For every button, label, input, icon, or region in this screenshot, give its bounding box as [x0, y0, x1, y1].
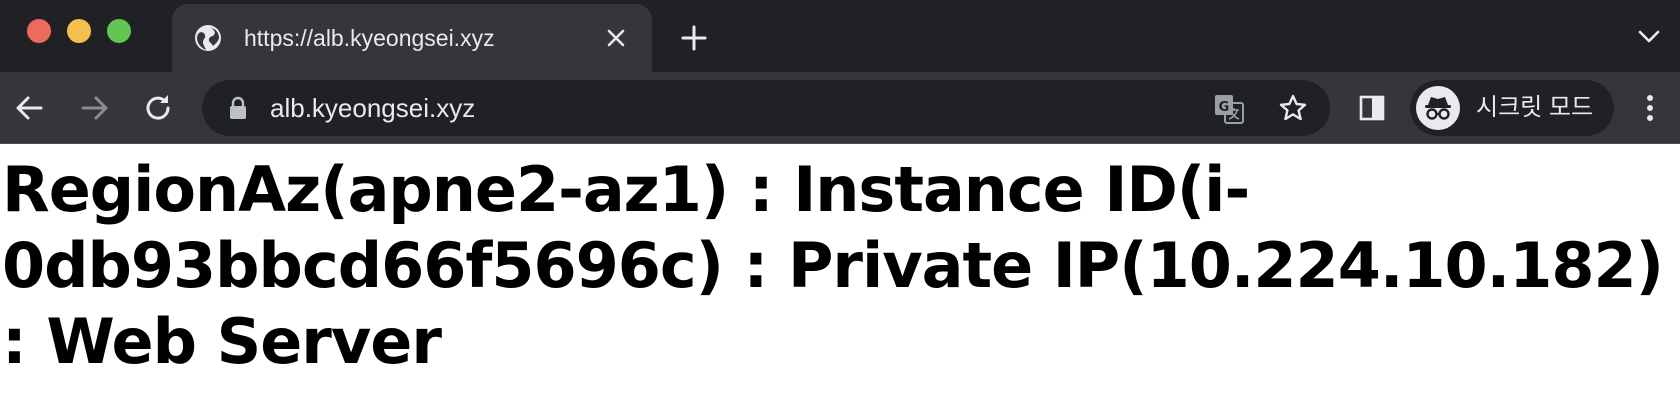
incognito-profile-button[interactable]: 시크릿 모드 — [1410, 80, 1614, 136]
page-heading: RegionAz(apne2-az1) : Instance ID(i-0db9… — [2, 153, 1664, 378]
browser-chrome: https://alb.kyeongsei.xyz alb.kyeongsei.… — [0, 0, 1680, 144]
svg-text:G: G — [1219, 100, 1230, 115]
side-panel-icon[interactable] — [1358, 94, 1386, 122]
close-tab-icon[interactable] — [604, 26, 628, 50]
tab-strip: https://alb.kyeongsei.xyz — [0, 0, 1680, 72]
window-minimize-button[interactable] — [67, 19, 91, 43]
more-menu-icon[interactable] — [1640, 90, 1660, 126]
reload-icon[interactable] — [140, 90, 176, 126]
globe-icon — [195, 25, 221, 51]
active-tab[interactable]: https://alb.kyeongsei.xyz — [172, 4, 652, 72]
incognito-icon — [1425, 97, 1451, 120]
new-tab-icon[interactable] — [680, 24, 708, 52]
page-content: RegionAz(apne2-az1) : Instance ID(i-0db9… — [0, 144, 1680, 418]
lock-icon[interactable] — [228, 96, 248, 120]
window-close-button[interactable] — [27, 19, 51, 43]
translate-icon[interactable]: G — [1214, 94, 1244, 124]
window-zoom-button[interactable] — [107, 19, 131, 43]
address-bar[interactable]: alb.kyeongsei.xyz G — [202, 80, 1330, 136]
chevron-down-icon[interactable] — [1636, 26, 1662, 48]
incognito-avatar — [1416, 86, 1460, 130]
incognito-label: 시크릿 모드 — [1476, 94, 1594, 121]
forward-arrow-icon[interactable] — [76, 90, 112, 126]
toolbar: alb.kyeongsei.xyz G 시크릿 모드 — [0, 72, 1680, 144]
url-text[interactable]: alb.kyeongsei.xyz — [270, 94, 475, 122]
bookmark-star-icon[interactable] — [1278, 93, 1308, 123]
back-arrow-icon[interactable] — [12, 90, 48, 126]
tab-title: https://alb.kyeongsei.xyz — [244, 25, 495, 51]
